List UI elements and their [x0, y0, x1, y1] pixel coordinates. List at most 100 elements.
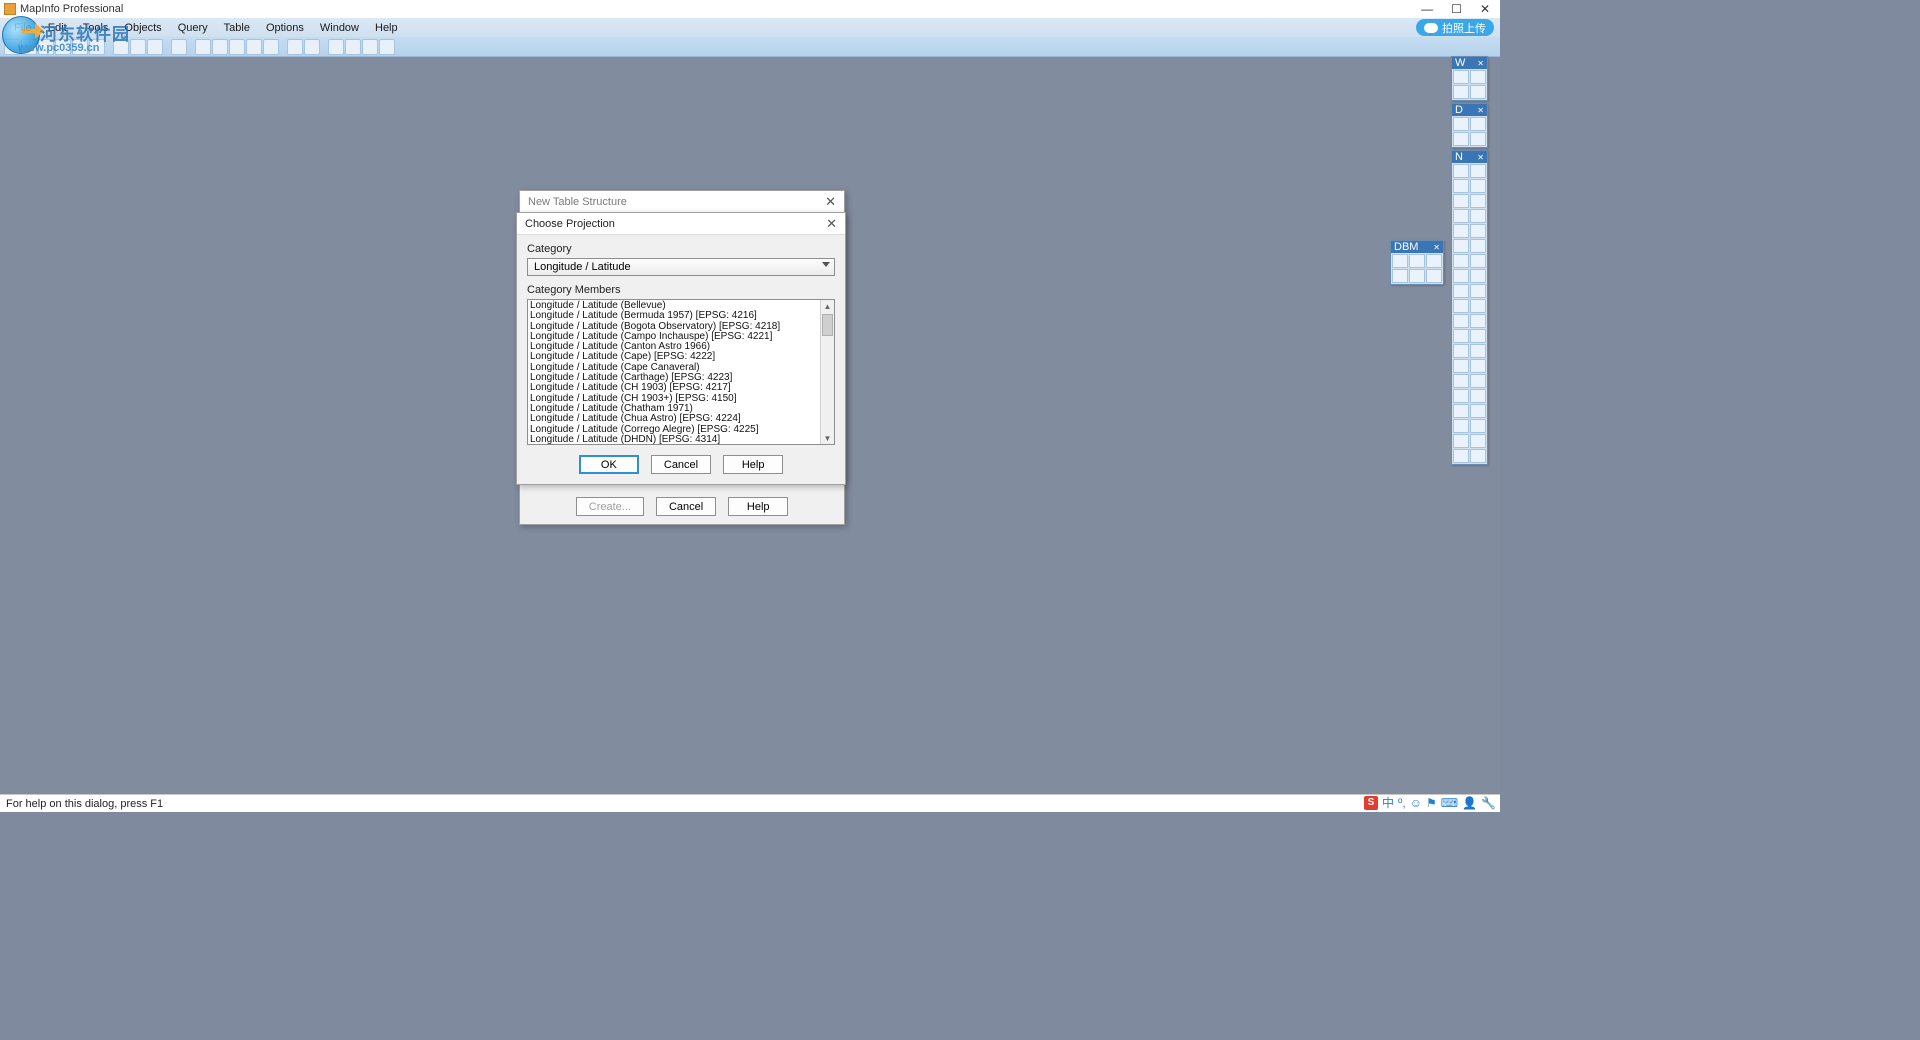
maximize-button[interactable]: ☐: [1451, 2, 1462, 16]
palette-btn[interactable]: [1470, 85, 1486, 99]
palette-btn[interactable]: [1453, 269, 1469, 283]
palette-btn[interactable]: [1409, 254, 1425, 268]
palette-btn[interactable]: [1470, 132, 1486, 146]
palette-close-icon[interactable]: ✕: [1433, 243, 1440, 252]
palette-btn[interactable]: [1453, 419, 1469, 433]
tray-mic-icon[interactable]: ⚑: [1426, 796, 1437, 810]
palette-btn[interactable]: [1470, 344, 1486, 358]
palette-btn[interactable]: [1453, 224, 1469, 238]
palette-btn[interactable]: [1470, 434, 1486, 448]
palette-d[interactable]: D✕: [1451, 103, 1488, 148]
palette-btn[interactable]: [1470, 179, 1486, 193]
tb-cut-icon[interactable]: [113, 39, 129, 55]
palette-main-tools[interactable]: N✕: [1451, 150, 1488, 465]
tb-newgraph-icon[interactable]: [229, 39, 245, 55]
ime-lang-icon[interactable]: 中: [1382, 794, 1394, 811]
tb-savews-icon[interactable]: [72, 39, 88, 55]
dialog-close-icon[interactable]: ✕: [826, 216, 837, 232]
palette-btn[interactable]: [1470, 269, 1486, 283]
palette-btn[interactable]: [1453, 194, 1469, 208]
tb-redistrict-icon[interactable]: [263, 39, 279, 55]
category-select[interactable]: Longitude / Latitude: [527, 258, 835, 276]
menu-options[interactable]: Options: [258, 22, 312, 34]
palette-btn[interactable]: [1453, 179, 1469, 193]
palette-btn[interactable]: [1470, 329, 1486, 343]
palette-btn[interactable]: [1470, 449, 1486, 463]
tb-copy-icon[interactable]: [130, 39, 146, 55]
ok-button[interactable]: OK: [579, 455, 639, 474]
palette-btn[interactable]: [1470, 117, 1486, 131]
tb-undo-icon[interactable]: [171, 39, 187, 55]
menu-objects[interactable]: Objects: [116, 22, 169, 34]
palette-btn[interactable]: [1470, 374, 1486, 388]
menu-query[interactable]: Query: [170, 22, 216, 34]
scroll-down-icon[interactable]: ▼: [821, 432, 834, 444]
help-button[interactable]: Help: [728, 497, 788, 516]
palette-close-icon[interactable]: ✕: [1477, 153, 1484, 162]
menu-file[interactable]: File: [6, 22, 40, 34]
palette-btn[interactable]: [1453, 239, 1469, 253]
palette-btn[interactable]: [1470, 209, 1486, 223]
palette-btn[interactable]: [1392, 254, 1408, 268]
palette-btn[interactable]: [1426, 269, 1442, 283]
tray-settings-icon[interactable]: 🔧: [1481, 796, 1496, 810]
palette-btn[interactable]: [1453, 389, 1469, 403]
menu-table[interactable]: Table: [216, 22, 258, 34]
palette-btn[interactable]: [1470, 284, 1486, 298]
tray-user-icon[interactable]: 👤: [1462, 796, 1477, 810]
tray-punct-icon[interactable]: º,: [1398, 796, 1406, 810]
palette-w[interactable]: W✕: [1451, 56, 1488, 101]
palette-btn[interactable]: [1470, 70, 1486, 84]
palette-btn[interactable]: [1470, 254, 1486, 268]
tb-tool-icon[interactable]: [362, 39, 378, 55]
palette-btn[interactable]: [1470, 299, 1486, 313]
tb-openws-icon[interactable]: [38, 39, 54, 55]
palette-btn[interactable]: [1453, 434, 1469, 448]
palette-btn[interactable]: [1453, 404, 1469, 418]
tb-open-icon[interactable]: [21, 39, 37, 55]
list-item[interactable]: Longitude / Latitude (DHDN) [EPSG: 4314]: [530, 435, 832, 445]
scrollbar[interactable]: ▲ ▼: [820, 300, 834, 444]
dialog-title-bar[interactable]: New Table Structure ✕: [520, 191, 844, 213]
scroll-thumb[interactable]: [822, 314, 833, 336]
palette-btn[interactable]: [1453, 117, 1469, 131]
menu-tools[interactable]: Tools: [75, 22, 117, 34]
tb-cascade-icon[interactable]: [304, 39, 320, 55]
palette-btn[interactable]: [1470, 194, 1486, 208]
menu-window[interactable]: Window: [312, 22, 367, 34]
upload-photo-button[interactable]: 拍照上传: [1416, 19, 1494, 36]
palette-btn[interactable]: [1453, 299, 1469, 313]
tb-newbrowser-icon[interactable]: [195, 39, 211, 55]
palette-btn[interactable]: [1453, 329, 1469, 343]
tb-save-icon[interactable]: [55, 39, 71, 55]
tray-keyboard-icon[interactable]: ⌨: [1441, 796, 1458, 810]
dialog-title-bar[interactable]: Choose Projection ✕: [517, 213, 845, 235]
tb-help-icon[interactable]: [328, 39, 344, 55]
tb-tile-icon[interactable]: [287, 39, 303, 55]
palette-btn[interactable]: [1453, 132, 1469, 146]
dialog-close-icon[interactable]: ✕: [825, 194, 836, 210]
palette-dbm[interactable]: DBM✕: [1390, 240, 1444, 285]
palette-btn[interactable]: [1453, 314, 1469, 328]
palette-btn[interactable]: [1453, 164, 1469, 178]
palette-btn[interactable]: [1426, 254, 1442, 268]
help-button[interactable]: Help: [723, 455, 783, 474]
palette-btn[interactable]: [1409, 269, 1425, 283]
palette-btn[interactable]: [1470, 239, 1486, 253]
minimize-button[interactable]: —: [1421, 2, 1433, 16]
palette-close-icon[interactable]: ✕: [1477, 59, 1484, 68]
palette-btn[interactable]: [1470, 419, 1486, 433]
tb-info-icon[interactable]: [345, 39, 361, 55]
palette-btn[interactable]: [1453, 449, 1469, 463]
menu-help[interactable]: Help: [367, 22, 406, 34]
palette-btn[interactable]: [1453, 359, 1469, 373]
palette-btn[interactable]: [1453, 70, 1469, 84]
create-button[interactable]: Create...: [576, 497, 644, 516]
tb-tool2-icon[interactable]: [379, 39, 395, 55]
palette-btn[interactable]: [1470, 404, 1486, 418]
close-button[interactable]: ✕: [1480, 2, 1490, 16]
category-members-listbox[interactable]: Longitude / Latitude (Bellevue)Longitude…: [527, 299, 835, 445]
tb-print-icon[interactable]: [89, 39, 105, 55]
tray-emoji-icon[interactable]: ☺: [1410, 796, 1422, 810]
cancel-button[interactable]: Cancel: [656, 497, 716, 516]
